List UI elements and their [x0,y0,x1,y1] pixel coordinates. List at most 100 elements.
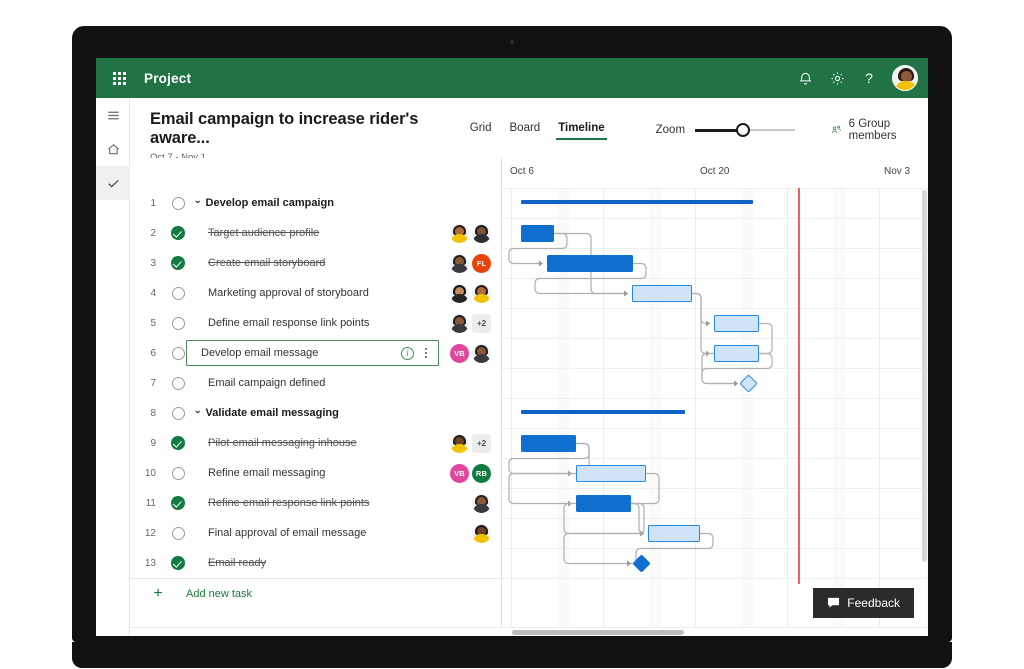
avatar-initials[interactable]: RB [472,463,491,483]
tab-grid[interactable]: Grid [461,120,501,140]
avatar-overflow-count[interactable]: +2 [472,313,491,333]
gantt-task-bar[interactable] [632,285,692,302]
gantt-task-bar[interactable] [521,435,576,452]
more-options-icon[interactable] [422,346,430,359]
task-row[interactable]: 7 Email campaign defined [130,368,501,398]
gantt-task-bar[interactable] [576,495,631,512]
task-row-number: 11 [145,497,156,509]
task-incomplete-checkbox[interactable] [166,526,190,540]
task-incomplete-checkbox[interactable] [166,466,190,480]
horizontal-scrollbar-thumb[interactable] [512,630,684,635]
circle-icon [171,466,185,480]
task-complete-checkbox[interactable] [166,496,190,510]
notifications-bell-icon[interactable] [790,63,820,93]
task-row-number: 9 [150,437,156,449]
task-incomplete-checkbox[interactable] [166,286,190,300]
avatar-photo[interactable] [472,523,491,543]
task-row[interactable]: 6 Develop email message i VB [130,338,501,368]
zoom-slider[interactable] [695,123,796,137]
gantt-summary-bar[interactable] [521,200,753,204]
task-complete-checkbox[interactable] [166,256,190,270]
gantt-task-bar[interactable] [648,525,700,542]
feedback-button[interactable]: Feedback [813,588,914,618]
avatar-initials[interactable]: FL [472,253,491,273]
add-new-task-row[interactable]: + Add new task [130,578,501,608]
avatar-photo[interactable] [472,493,491,513]
task-name: Define email response link points [208,317,370,329]
tasks-check-icon[interactable] [96,166,130,200]
avatar-photo[interactable] [472,283,491,303]
task-assignees [441,283,501,303]
group-members-label: 6 Group members [848,118,897,142]
task-assignees [441,223,501,243]
dependency-arrowhead [734,380,738,387]
chevron-down-icon[interactable]: ⌄ [193,405,202,416]
task-row-number: 2 [150,227,156,239]
chevron-down-icon[interactable]: ⌄ [193,195,202,206]
task-row[interactable]: 8 ⌄ Validate email messaging [130,398,501,428]
task-complete-checkbox[interactable] [166,436,190,450]
tab-timeline[interactable]: Timeline [549,120,613,140]
zoom-label: Zoom [655,124,686,136]
avatar-photo[interactable] [472,223,491,243]
gantt-task-bar[interactable] [714,345,759,362]
user-avatar[interactable] [892,65,918,91]
hamburger-menu-icon[interactable] [96,98,130,132]
task-row[interactable]: 1 ⌄ Develop email campaign [130,188,501,218]
gantt-task-bar[interactable] [547,255,633,272]
avatar-photo[interactable] [450,283,469,303]
task-incomplete-checkbox[interactable] [166,406,190,420]
gantt-summary-bar[interactable] [521,410,685,414]
task-row[interactable]: 12 Final approval of email message [130,518,501,548]
task-complete-checkbox[interactable] [166,556,190,570]
home-icon[interactable] [96,132,130,166]
task-name: ⌄ Validate email messaging [193,405,339,419]
date-label-middle: Oct 20 [700,166,730,177]
avatar-photo[interactable] [450,433,469,453]
task-row[interactable]: 5 Define email response link points +2 [130,308,501,338]
circle-icon [171,376,185,390]
avatar-photo[interactable] [472,343,491,363]
task-name: Marketing approval of storyboard [208,287,369,299]
main-content: 1 ⌄ Develop email campaign 2 Target audience… [130,158,928,636]
checkmark-icon [171,226,185,240]
task-incomplete-checkbox[interactable] [166,376,190,390]
app-launcher-icon[interactable] [102,71,136,85]
group-members-button[interactable]: 6 Group members [831,118,914,142]
feedback-label: Feedback [847,596,900,610]
task-row[interactable]: 13 Email ready [130,548,501,578]
avatar-photo[interactable] [450,313,469,333]
info-icon[interactable]: i [401,346,414,360]
task-row[interactable]: 9 Pilot email messaging inhouse +2 [130,428,501,458]
task-row[interactable]: 4 Marketing approval of storyboard [130,278,501,308]
vertical-scrollbar[interactable] [922,190,927,562]
avatar-initials[interactable]: VB [450,463,469,483]
selected-task-editor[interactable]: Develop email message i [186,340,439,366]
task-row[interactable]: 2 Target audience profile [130,218,501,248]
gantt-task-bar[interactable] [521,225,554,242]
task-assignees [441,493,501,513]
task-incomplete-checkbox[interactable] [166,196,190,210]
task-row[interactable]: 3 Create email storyboard FL [130,248,501,278]
task-name-input[interactable]: Develop email message [201,347,401,359]
gantt-task-bar[interactable] [714,315,759,332]
avatar-photo[interactable] [450,223,469,243]
avatar-photo[interactable] [450,253,469,273]
horizontal-scrollbar-track[interactable] [130,627,928,636]
dependency-arrowhead [624,290,628,297]
avatar-overflow-count[interactable]: +2 [472,433,491,453]
task-row-number: 3 [150,257,156,269]
webcam-dot [510,40,514,44]
zoom-slider-thumb[interactable] [736,123,751,137]
gantt-task-bar[interactable] [576,465,646,482]
timeline-date-header: Oct 6 Oct 20 Nov 3 [502,158,928,188]
task-incomplete-checkbox[interactable] [166,316,190,330]
task-row[interactable]: 11 Refine email response link points [130,488,501,518]
task-row[interactable]: 10 Refine email messaging VB RB [130,458,501,488]
settings-gear-icon[interactable] [822,63,852,93]
tab-board[interactable]: Board [501,120,550,140]
help-icon[interactable]: ? [854,63,884,93]
task-complete-checkbox[interactable] [166,226,190,240]
avatar-initials[interactable]: VB [450,343,469,363]
task-assignees: +2 [441,433,501,453]
